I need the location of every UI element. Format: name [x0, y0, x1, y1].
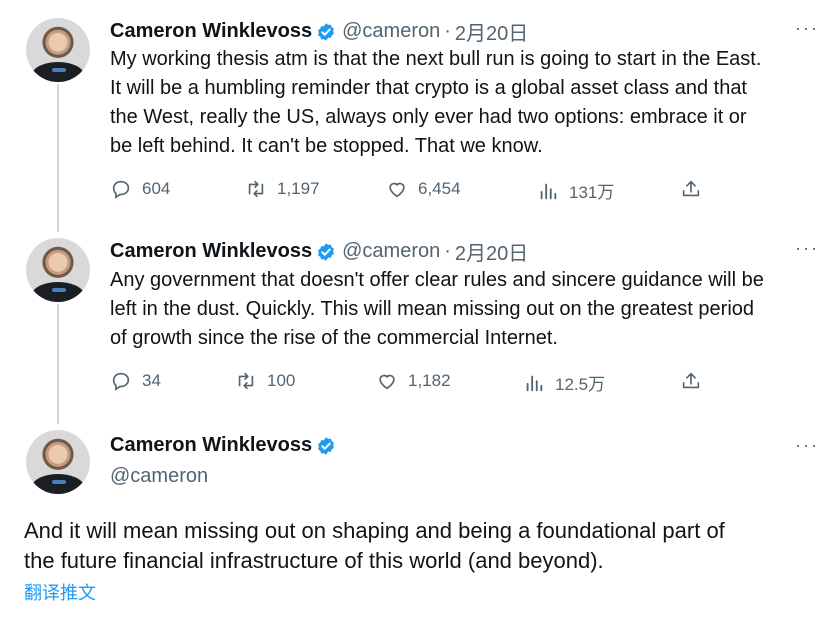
verified-badge-icon [318, 436, 335, 455]
views-chart-icon [540, 183, 557, 199]
views-count: 131万 [569, 183, 615, 202]
reply-count: 34 [142, 371, 161, 390]
separator-dot: · [444, 20, 451, 42]
share-button[interactable] [680, 370, 702, 392]
reply-icon [112, 180, 130, 199]
like-count: 6,454 [418, 179, 461, 198]
author-handle[interactable]: @cameron [342, 20, 440, 43]
share-icon [682, 372, 700, 389]
heart-icon [379, 374, 395, 390]
tweet-date[interactable]: 2月20日 [455, 17, 528, 46]
retweet-icon [248, 180, 264, 198]
reply-icon [112, 372, 130, 391]
author-name[interactable]: Cameron Winklevoss [110, 240, 312, 263]
thread-line-1 [57, 84, 59, 232]
tweet-actions: 34 100 1,182 12.5万 [0, 368, 835, 398]
translate-tweet-link[interactable]: 翻译推文 [24, 579, 96, 605]
retweet-count: 1,197 [277, 179, 320, 198]
verified-badge-icon [318, 242, 335, 261]
retweet-count: 100 [267, 371, 296, 390]
tweet-actions: 604 1,197 6,454 131万 [0, 176, 835, 206]
avatar[interactable] [26, 18, 90, 82]
like-button[interactable]: 1,182 [376, 370, 451, 392]
retweet-button[interactable]: 100 [235, 370, 295, 392]
more-options-icon[interactable]: ··· [795, 435, 819, 456]
share-icon [682, 180, 700, 197]
more-options-icon[interactable]: ··· [795, 18, 819, 39]
tweet-text: And it will mean missing out on shaping … [24, 518, 725, 573]
author-handle[interactable]: @cameron [110, 465, 208, 488]
author-name[interactable]: Cameron Winklevoss [110, 20, 312, 43]
retweet-icon [238, 372, 254, 390]
like-count: 1,182 [408, 371, 451, 390]
share-button[interactable] [680, 178, 702, 200]
tweet-text: My working thesis atm is that the next b… [110, 48, 762, 157]
reply-button[interactable]: 34 [110, 370, 161, 392]
reply-count: 604 [142, 179, 171, 198]
tweet-header: Cameron Winklevoss [110, 434, 342, 457]
avatar[interactable] [26, 238, 90, 302]
heart-icon [389, 182, 405, 198]
tweet-header: Cameron Winklevoss @cameron · 2月20日 [110, 17, 528, 46]
like-button[interactable]: 6,454 [386, 178, 461, 200]
tweet-date[interactable]: 2月20日 [455, 237, 528, 266]
reply-button[interactable]: 604 [110, 178, 170, 200]
more-options-icon[interactable]: ··· [795, 238, 819, 259]
thread-line-2 [57, 304, 59, 424]
views-button[interactable]: 12.5万 [523, 370, 605, 395]
author-name[interactable]: Cameron Winklevoss [110, 434, 312, 457]
verified-badge-icon [318, 22, 335, 41]
tweet-text: Any government that doesn't offer clear … [110, 269, 764, 349]
retweet-button[interactable]: 1,197 [245, 178, 320, 200]
views-button[interactable]: 131万 [537, 178, 614, 203]
tweet-header: Cameron Winklevoss @cameron · 2月20日 [110, 237, 528, 266]
separator-dot: · [444, 240, 451, 262]
avatar[interactable] [26, 430, 90, 494]
views-count: 12.5万 [555, 375, 606, 394]
author-handle[interactable]: @cameron [342, 240, 440, 263]
views-chart-icon [526, 375, 543, 391]
